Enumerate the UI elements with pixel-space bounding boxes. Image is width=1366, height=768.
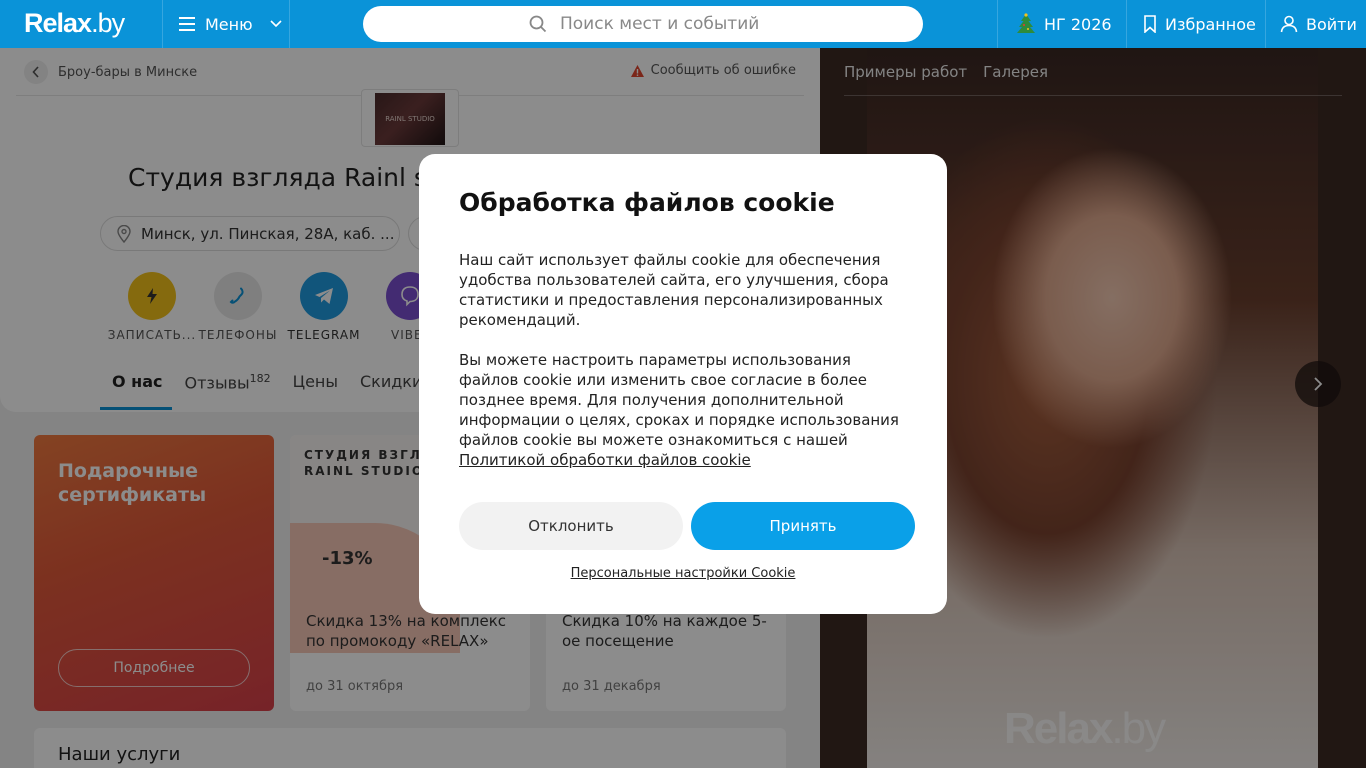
header-divider [997, 0, 998, 48]
search-input[interactable]: Поиск мест и событий [363, 6, 923, 42]
login-label: Войти [1306, 14, 1357, 34]
menu-button[interactable]: Меню [163, 0, 289, 48]
cookie-dialog: Обработка файлов cookie Наш сайт использ… [419, 154, 947, 614]
top-header: Relax.by Меню Поиск мест и событий НГ 20… [0, 0, 1366, 48]
cookie-dialog-body: Наш сайт использует файлы cookie для обе… [459, 250, 909, 470]
cookie-paragraph-2: Вы можете настроить параметры использова… [459, 351, 899, 469]
favorites-label: Избранное [1165, 14, 1256, 34]
header-divider [289, 0, 290, 48]
favorites-link[interactable]: Избранное [1143, 0, 1256, 48]
user-icon [1280, 15, 1298, 33]
cookie-policy-link[interactable]: Политикой обработки файлов cookie [459, 451, 751, 469]
cookie-paragraph-1: Наш сайт использует файлы cookie для обе… [459, 251, 889, 329]
accept-button[interactable]: Принять [691, 502, 915, 550]
bookmark-icon [1144, 15, 1156, 33]
search-icon [529, 15, 547, 33]
search-placeholder: Поиск мест и событий [560, 14, 760, 34]
cookie-dialog-title: Обработка файлов cookie [459, 188, 835, 217]
header-divider [1265, 0, 1266, 48]
site-logo[interactable]: Relax.by [24, 8, 125, 39]
header-divider [1126, 0, 1127, 48]
new-year-link[interactable]: НГ 2026 [1016, 0, 1112, 48]
christmas-tree-icon [1017, 13, 1035, 33]
menu-label: Меню [205, 14, 253, 34]
new-year-label: НГ 2026 [1044, 14, 1112, 34]
decline-button[interactable]: Отклонить [459, 502, 683, 550]
chevron-down-icon [270, 20, 282, 28]
cookie-settings-link[interactable]: Персональные настройки Cookie [419, 566, 947, 581]
login-link[interactable]: Войти [1280, 0, 1357, 48]
hamburger-icon [179, 17, 195, 31]
